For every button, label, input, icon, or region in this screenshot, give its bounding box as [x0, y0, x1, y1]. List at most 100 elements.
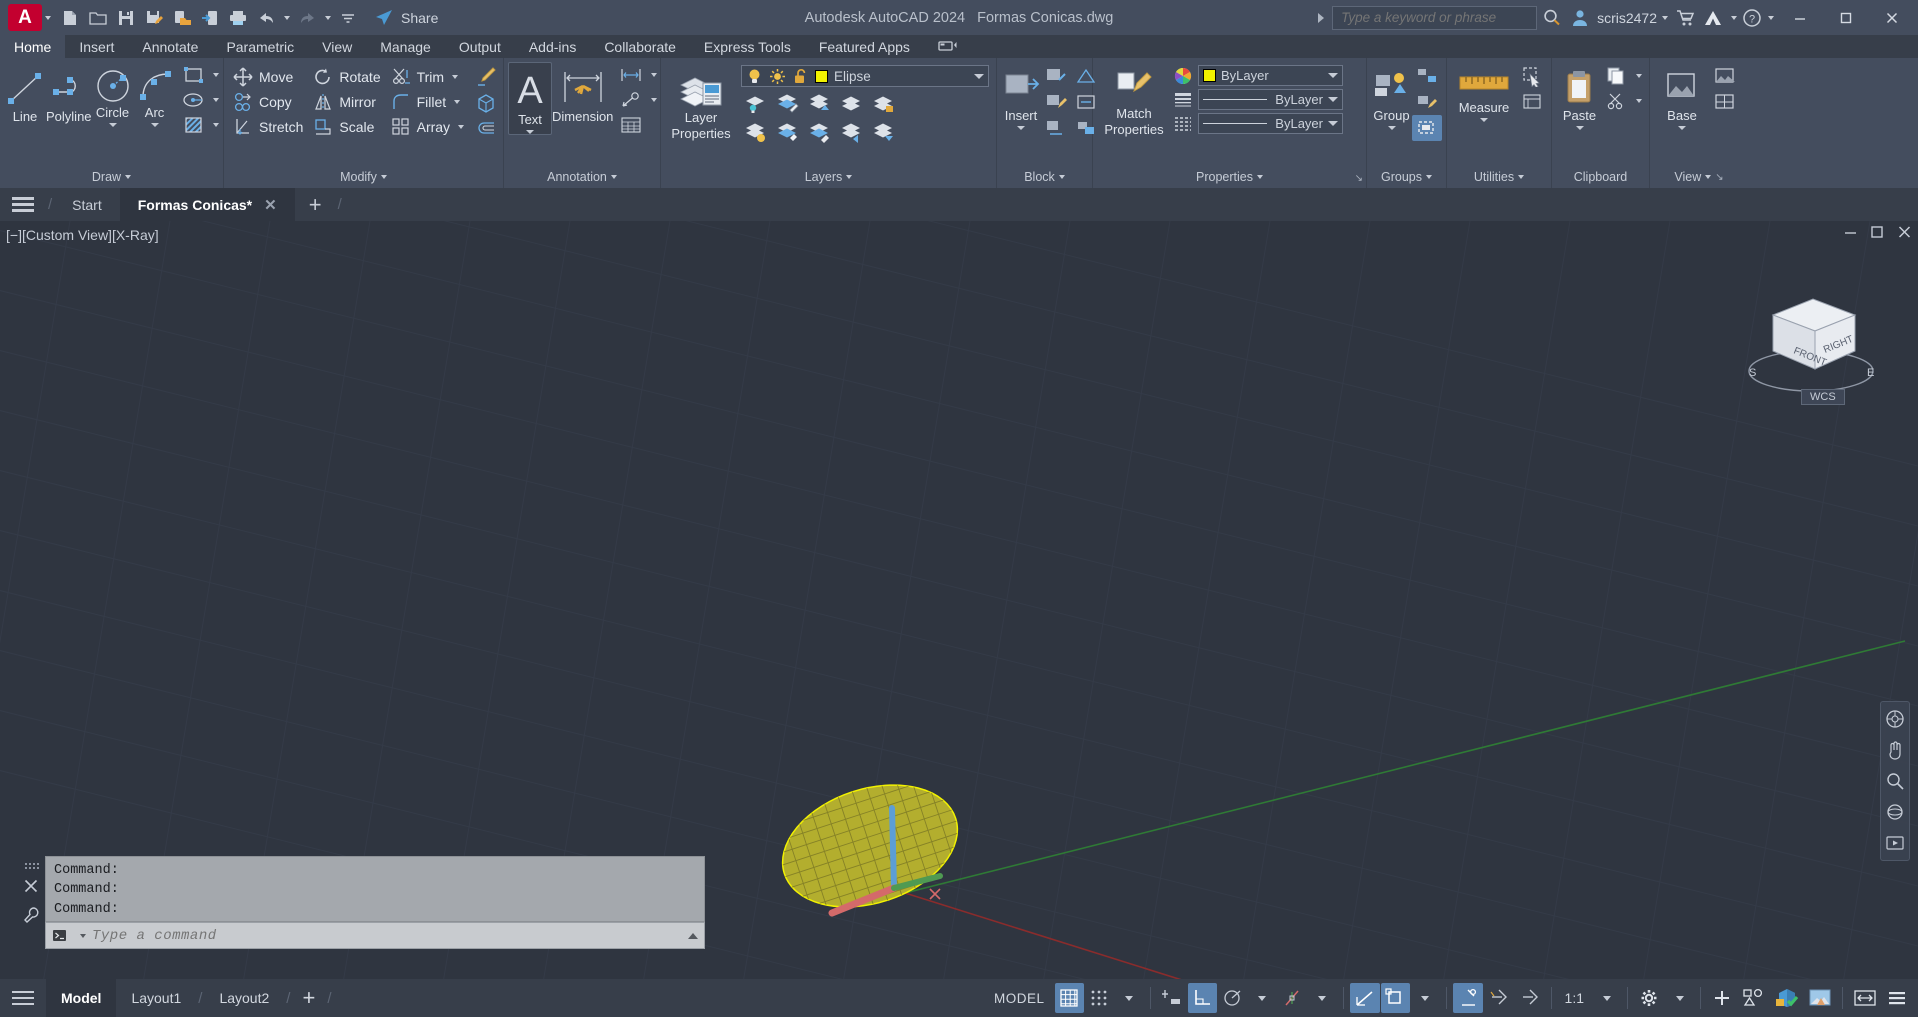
customization-button[interactable] [1707, 983, 1737, 1013]
match-properties-button[interactable]: Match Properties [1097, 63, 1171, 137]
save-icon[interactable] [113, 5, 139, 31]
dimension-button[interactable]: Dimension [552, 62, 613, 124]
layer-unlock-button[interactable] [741, 119, 771, 145]
steeringwheel-icon[interactable] [1884, 708, 1906, 730]
open-from-web-icon[interactable] [169, 5, 195, 31]
snap-mode-toggle[interactable] [1085, 983, 1114, 1013]
panel-title-clipboard[interactable]: Clipboard [1552, 166, 1649, 188]
layer-match-button[interactable] [805, 119, 835, 145]
trim-dropdown-icon[interactable] [452, 74, 459, 79]
fullscreen-button[interactable] [1849, 983, 1881, 1013]
edit-block-button[interactable] [1041, 89, 1071, 115]
layout-tab-layout2[interactable]: Layout2 [204, 979, 284, 1017]
linetype-dropdown-caret-icon[interactable] [1328, 121, 1338, 126]
object-snap-dropdown[interactable] [1411, 983, 1440, 1013]
add-layout-button[interactable]: + [292, 979, 325, 1017]
autodesk-dropdown-icon[interactable] [1728, 5, 1739, 31]
panel-title-layers[interactable]: Layers [661, 166, 996, 188]
group-edit-button[interactable] [1412, 89, 1442, 115]
command-input[interactable] [92, 927, 682, 944]
quick-select-button[interactable] [1517, 63, 1547, 89]
ribbon-tab-view[interactable]: View [308, 35, 366, 58]
ribbon-tab-parametric[interactable]: Parametric [212, 35, 308, 58]
base-dropdown-icon[interactable] [1678, 126, 1686, 130]
layers-panel-caret-icon[interactable] [846, 175, 853, 179]
save-as-icon[interactable] [141, 5, 167, 31]
annotation-panel-caret-icon[interactable] [610, 175, 617, 179]
ellipse-button[interactable] [178, 87, 224, 112]
chevron-down-icon[interactable] [1318, 995, 1327, 1001]
layer-merge-button[interactable] [869, 119, 899, 145]
erase-brush-button[interactable] [471, 64, 501, 90]
rectangle-dropdown-icon[interactable] [212, 72, 219, 77]
ribbon-tab-output[interactable]: Output [445, 35, 515, 58]
leader-button[interactable] [614, 87, 662, 112]
copy-button[interactable]: Copy [228, 89, 308, 114]
workspace-switching-button[interactable] [1634, 983, 1664, 1013]
help-search-box[interactable] [1332, 5, 1538, 30]
circle-button[interactable]: Circle [92, 62, 134, 127]
cut-clip-button[interactable] [1603, 88, 1645, 113]
chevron-down-icon[interactable] [1258, 995, 1267, 1001]
layout-tab-layout1[interactable]: Layout1 [116, 979, 196, 1017]
model-paper-space-toggle[interactable]: MODEL [985, 985, 1054, 1011]
color-dropdown[interactable]: ByLayer [1198, 65, 1343, 86]
isometric-dropdown[interactable] [1308, 983, 1337, 1013]
undo-icon[interactable] [253, 5, 279, 31]
close-icon[interactable]: ✕ [264, 196, 277, 214]
layer-lock-button[interactable] [869, 90, 899, 116]
annotation-scale-label[interactable]: 1:1 [1558, 983, 1591, 1013]
named-views-button[interactable] [1710, 63, 1740, 89]
rectangle-button[interactable] [178, 62, 224, 87]
drag-grip-icon[interactable] [24, 859, 39, 869]
edit-attribute-button[interactable] [1041, 115, 1071, 141]
ribbon-tab-home[interactable]: Home [0, 35, 66, 58]
command-dropdown-icon[interactable] [80, 933, 86, 938]
utilities-panel-caret-icon[interactable] [1518, 175, 1525, 179]
customization-menu-button[interactable] [1882, 983, 1912, 1013]
grid-display-toggle[interactable] [1054, 983, 1084, 1013]
object-snap-toggle[interactable] [1380, 983, 1410, 1013]
chevron-down-icon[interactable] [1675, 995, 1684, 1001]
close-viewport-icon[interactable] [1897, 225, 1912, 243]
leader-dropdown-icon[interactable] [651, 97, 658, 102]
measure-dropdown-icon[interactable] [1480, 118, 1488, 122]
group-button[interactable]: Group [1371, 63, 1412, 130]
ribbon-tab-collaborate[interactable]: Collaborate [590, 35, 690, 58]
undo-dropdown-icon[interactable] [281, 5, 292, 31]
chevron-down-icon[interactable] [1602, 995, 1611, 1001]
doc-tab-start[interactable]: Start [54, 188, 120, 221]
isometric-drafting-toggle[interactable] [1278, 983, 1307, 1013]
create-block-button[interactable] [1041, 63, 1071, 89]
panel-title-view[interactable]: View ↘ [1650, 166, 1748, 188]
table-button[interactable] [614, 112, 662, 137]
infer-constraints-toggle[interactable] [1157, 983, 1187, 1013]
redo-dropdown-icon[interactable] [322, 5, 333, 31]
layer-freeze-button[interactable] [805, 90, 835, 116]
measure-button[interactable]: Measure [1451, 63, 1517, 122]
chevron-down-icon[interactable] [1421, 995, 1430, 1001]
viewport-label[interactable]: [−][Custom View][X-Ray] [6, 227, 159, 243]
search-icon[interactable] [1539, 5, 1565, 31]
open-folder-icon[interactable] [85, 5, 111, 31]
panel-title-groups[interactable]: Groups [1367, 166, 1446, 188]
draw-panel-caret-icon[interactable] [125, 175, 132, 179]
group-selection-toggle[interactable] [1412, 115, 1442, 141]
fillet-dropdown-icon[interactable] [454, 99, 461, 104]
maximize-viewport-icon[interactable] [1870, 225, 1885, 243]
move-button[interactable]: Move [228, 64, 308, 89]
app-menu-caret-icon[interactable] [42, 5, 53, 31]
close-window-button[interactable] [1870, 0, 1914, 35]
drawing-canvas[interactable]: [−][Custom View][X-Ray] S E FRONT RIGHT … [0, 221, 1918, 979]
paste-button[interactable]: Paste [1556, 63, 1603, 130]
view-panel-caret-icon[interactable] [1705, 175, 1712, 179]
autodesk-triangle-icon[interactable] [1700, 5, 1726, 31]
line-button[interactable]: Line [4, 62, 46, 124]
avatar[interactable] [1567, 5, 1593, 31]
lineweight-toggle[interactable] [1452, 983, 1483, 1013]
autodesk-a-icon[interactable]: A [8, 4, 42, 31]
trim-button[interactable]: Trim [386, 64, 469, 89]
circle-dropdown-icon[interactable] [108, 123, 117, 127]
object-snap-tracking-toggle[interactable] [1349, 983, 1380, 1013]
ribbon-tab-featured-apps[interactable]: Featured Apps [805, 35, 924, 58]
